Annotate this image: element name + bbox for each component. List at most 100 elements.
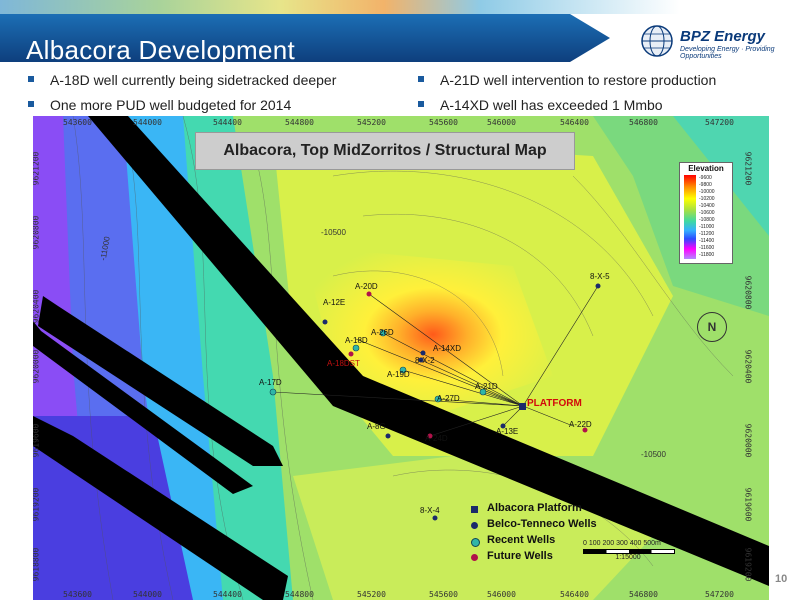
y-tick: 9620800 [743, 275, 753, 310]
platform-square-icon [471, 506, 478, 513]
bullet-item: A-21D well intervention to restore produ… [418, 68, 716, 93]
x-tick: 543600 [63, 118, 92, 127]
legend-label: Belco-Tenneco Wells [487, 518, 597, 530]
elevation-level: -10400 [699, 203, 715, 209]
y-tick: 9620400 [33, 289, 41, 324]
x-tick: 545600 [429, 118, 458, 127]
elevation-title: Elevation [688, 164, 724, 173]
platform-label: PLATFORM [527, 398, 582, 409]
x-tick: 544000 [133, 590, 162, 599]
bullet-item: One more PUD well budgeted for 2014 [28, 93, 336, 118]
elevation-level: -11400 [699, 238, 715, 244]
structural-map: Albacora, Top MidZorritos / Structural M… [33, 116, 769, 600]
y-tick: 9620400 [743, 349, 753, 384]
x-tick: 545200 [357, 118, 386, 127]
north-arrow-icon: N [697, 312, 727, 342]
bullet-item: A-18D well currently being sidetracked d… [28, 68, 336, 93]
bullet-item: A-14XD well has exceeded 1 Mmbo [418, 93, 716, 118]
elevation-levels: -9600 -9800 -10000 -10200 -10400 -10600 … [699, 175, 715, 259]
well-label: A-18DST [327, 359, 360, 368]
future-dot-icon [471, 554, 478, 561]
bullet-marker [418, 76, 424, 83]
slide-title: Albacora Development [26, 35, 296, 65]
well-label: A-26D [371, 328, 394, 337]
well-label: A-24D [425, 434, 448, 443]
well-label: A-14XD [433, 344, 462, 353]
well-label: 8-X-2 [415, 356, 435, 365]
header-decoration [0, 0, 800, 14]
title-banner: Albacora Development [0, 14, 610, 62]
elevation-level: -9800 [699, 182, 712, 188]
map-surface [33, 116, 769, 600]
legend-label: Future Wells [487, 550, 553, 562]
x-tick: 546000 [487, 118, 516, 127]
x-tick: 546800 [629, 590, 658, 599]
x-tick: 547200 [705, 118, 734, 127]
x-tick: 546800 [629, 118, 658, 127]
well-label: A-13E [496, 427, 519, 436]
elevation-level: -9600 [699, 175, 712, 181]
x-tick: 543600 [63, 590, 92, 599]
legend-item: Albacora Platform [469, 502, 597, 518]
y-tick: 9619600 [33, 423, 41, 458]
logo-name: BPZ Energy [680, 28, 766, 45]
well-label: A-12E [323, 298, 346, 307]
x-tick: 545600 [429, 590, 458, 599]
belco-dot-icon [471, 522, 478, 529]
elevation-level: -11200 [699, 231, 715, 237]
x-tick: 544400 [213, 118, 242, 127]
elevation-level: -10000 [699, 189, 715, 195]
well-label: 8-X-5 [590, 272, 610, 281]
y-tick: 9619600 [743, 487, 753, 522]
x-tick: 544800 [285, 590, 314, 599]
recent-circle-icon [471, 538, 480, 547]
x-tick: 545200 [357, 590, 386, 599]
well-label: A-17D [259, 378, 282, 387]
y-tick: 9620800 [33, 215, 41, 250]
y-tick: 9621200 [33, 151, 41, 186]
well-label: A-8G [367, 422, 386, 431]
bullet-text: A-14XD well has exceeded 1 Mmbo [440, 97, 663, 113]
bullet-list-right: A-21D well intervention to restore produ… [418, 68, 716, 118]
wells-legend: Albacora Platform Belco-Tenneco Wells Re… [469, 502, 597, 566]
y-tick: 9618800 [33, 547, 41, 582]
elevation-color-bar [684, 175, 696, 259]
bullet-list-left: A-18D well currently being sidetracked d… [28, 68, 336, 118]
bullet-marker [28, 101, 34, 108]
map-title: Albacora, Top MidZorritos / Structural M… [195, 132, 575, 170]
elevation-level: -10800 [699, 217, 715, 223]
elevation-level: -11600 [699, 245, 715, 251]
x-tick: 544000 [133, 118, 162, 127]
bullet-marker [28, 76, 34, 83]
contour-label: -10500 [641, 450, 666, 459]
legend-label: Albacora Platform [487, 502, 582, 514]
bullet-marker [418, 101, 424, 108]
elevation-level: -10600 [699, 210, 715, 216]
company-logo: BPZ Energy Developing Energy · Providing… [640, 22, 800, 62]
scale-bar: 0 100 200 300 400 500m 1:15000 [583, 540, 675, 561]
y-tick: 9619200 [743, 547, 753, 582]
legend-item: Recent Wells [469, 534, 597, 550]
y-tick: 9621200 [743, 151, 753, 186]
elevation-level: -11800 [699, 252, 715, 258]
y-tick: 9620000 [33, 349, 41, 384]
legend-label: Recent Wells [487, 534, 556, 546]
x-tick: 546400 [560, 590, 589, 599]
well-label: A-20D [355, 282, 378, 291]
legend-item: Belco-Tenneco Wells [469, 518, 597, 534]
well-label: A-27D [437, 394, 460, 403]
legend-item: Future Wells [469, 550, 597, 566]
globe-icon [641, 25, 673, 57]
bullet-text: A-21D well intervention to restore produ… [440, 72, 717, 88]
well-label: A-22D [569, 420, 592, 429]
bullet-text: One more PUD well budgeted for 2014 [50, 97, 292, 113]
elevation-level: -11000 [699, 224, 715, 230]
x-tick: 544400 [213, 590, 242, 599]
x-tick: 546400 [560, 118, 589, 127]
scale-ticks: 0 100 200 300 400 500m [583, 540, 661, 547]
page-number: 10 [775, 573, 788, 585]
x-tick: 547200 [705, 590, 734, 599]
y-tick: 9620000 [743, 423, 753, 458]
well-label: A-18D [345, 336, 368, 345]
elevation-level: -10200 [699, 196, 715, 202]
